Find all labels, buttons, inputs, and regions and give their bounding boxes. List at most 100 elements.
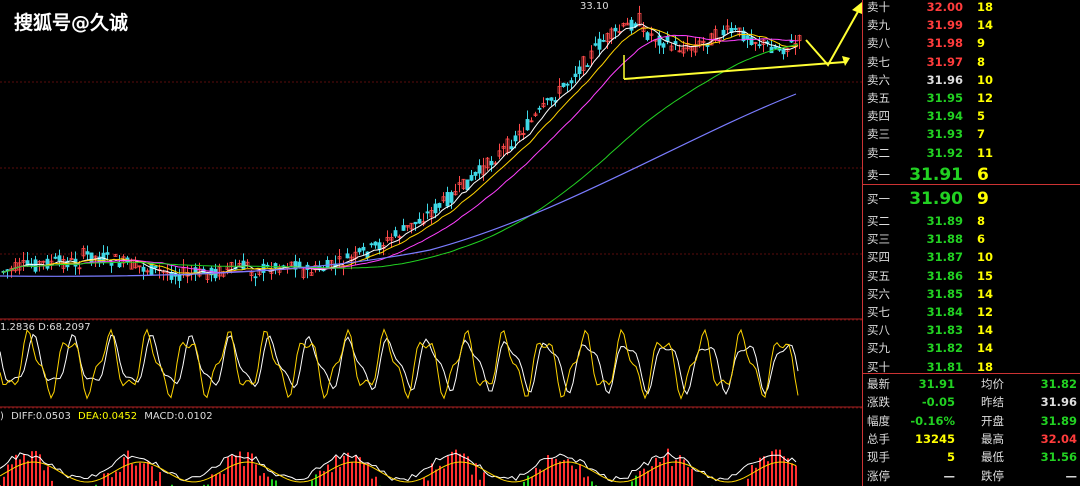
order-volume: 18 (977, 0, 994, 14)
peak-price-label: 33.10 (580, 1, 609, 12)
order-row[interactable]: 买七 31.84 12 (863, 303, 1080, 321)
candle-body (425, 211, 430, 214)
order-row[interactable]: 卖十 32.00 18 (863, 0, 1080, 16)
candle-body (549, 97, 554, 101)
order-row[interactable]: 卖九 31.99 14 (863, 16, 1080, 34)
stat-key: 昨结 (981, 395, 1004, 410)
candle-body (661, 43, 666, 48)
arrowhead (842, 56, 850, 66)
stat-key: 开盘 (981, 413, 1004, 428)
order-price: 31.93 (926, 127, 963, 142)
stat-key: 最高 (981, 431, 1004, 446)
candle-body (561, 82, 566, 87)
quote-stat-row: 现手 5 最低 31.56 (863, 448, 1080, 466)
order-volume: 5 (977, 109, 986, 124)
order-level-label: 卖六 (867, 72, 890, 87)
order-volume: 9 (977, 189, 989, 209)
candle-body (749, 37, 754, 46)
order-row[interactable]: 买一 31.90 9 (863, 186, 1080, 212)
order-level-label: 卖十 (867, 0, 890, 14)
order-row[interactable]: 卖三 31.93 7 (863, 125, 1080, 143)
stat-key: 总手 (867, 431, 890, 446)
order-level-label: 卖八 (867, 36, 890, 51)
candle-body (733, 28, 738, 30)
watermark: 搜狐号@久诚 (14, 12, 129, 34)
order-price: 31.98 (926, 36, 963, 51)
order-level-label: 卖三 (867, 127, 890, 142)
candle-body (445, 191, 450, 207)
macd-value: MACD:0.0102 (144, 411, 213, 422)
order-row[interactable]: 买二 31.89 8 (863, 212, 1080, 230)
order-row[interactable]: 卖八 31.98 9 (863, 34, 1080, 52)
candle-body (469, 175, 474, 181)
candle-body (525, 119, 530, 131)
candle-body (665, 36, 670, 42)
order-row[interactable]: 买九 31.82 14 (863, 339, 1080, 357)
stat-value: 31.89 (1040, 413, 1077, 428)
candle-body (169, 271, 174, 280)
order-row[interactable]: 卖二 31.92 11 (863, 144, 1080, 162)
order-volume: 6 (977, 232, 986, 247)
candle-body (477, 165, 482, 174)
order-level-label: 买三 (867, 232, 890, 247)
order-price: 31.84 (926, 305, 963, 319)
order-row[interactable]: 买三 31.88 6 (863, 230, 1080, 248)
support-line (623, 61, 846, 80)
order-row[interactable]: 买四 31.87 10 (863, 248, 1080, 266)
order-price: 31.97 (926, 54, 963, 69)
order-row[interactable]: 买五 31.86 15 (863, 267, 1080, 285)
order-row[interactable]: 卖四 31.94 5 (863, 107, 1080, 125)
order-price: 31.89 (926, 214, 963, 228)
candle-body (345, 253, 350, 259)
stat-key: 幅度 (867, 413, 890, 428)
candle-body (781, 49, 786, 55)
quote-stat-row: 总手 13245 最高 32.04 (863, 430, 1080, 448)
stat-value: 31.96 (1040, 395, 1077, 410)
candle-body (509, 146, 514, 150)
candle-body (413, 221, 418, 225)
candle-body (465, 179, 470, 191)
candle-body (369, 243, 374, 246)
candle-body (417, 218, 422, 224)
order-volume: 7 (977, 127, 986, 142)
candle-body (645, 32, 650, 40)
order-row[interactable]: 买八 31.83 14 (863, 321, 1080, 339)
chart-area[interactable]: 搜狐号@久诚 33.10 1.2836 D:68.2097 ) DIFF:0.0… (0, 0, 862, 486)
candle-body (473, 171, 478, 176)
order-row[interactable]: 卖七 31.97 8 (863, 53, 1080, 71)
order-level-label: 卖二 (867, 145, 890, 160)
candle-body (565, 83, 570, 86)
order-price: 31.94 (926, 109, 963, 124)
order-volume: 10 (977, 250, 994, 265)
kdj-k-line (0, 333, 799, 395)
order-level-label: 卖四 (867, 109, 890, 124)
order-row[interactable]: 卖五 31.95 12 (863, 89, 1080, 107)
kdj-indicator-label: 1.2836 D:68.2097 (0, 322, 91, 333)
order-price: 31.85 (926, 286, 963, 301)
stat-value: 31.91 (918, 377, 955, 391)
order-row[interactable]: 买六 31.85 14 (863, 285, 1080, 303)
candle-body (449, 192, 454, 203)
macd-dea: DEA:0.0452 (78, 411, 138, 422)
order-book-panel: 卖十 32.00 18 卖九 31.99 14 卖八 31.98 9 卖七 31.97 8 卖六 31.9… (862, 0, 1080, 486)
candle-body (433, 203, 438, 214)
order-row[interactable]: 卖六 31.96 10 (863, 71, 1080, 89)
kdj-lines (0, 328, 799, 400)
candle-body (513, 135, 518, 142)
macd-prefix: ) (0, 411, 4, 422)
order-level-label: 买四 (867, 250, 890, 265)
candle-body (253, 276, 258, 279)
candle-body (601, 39, 606, 42)
ma120-line (0, 93, 797, 277)
order-volume: 10 (977, 72, 994, 87)
candle-body (141, 266, 146, 272)
order-volume: 8 (977, 54, 986, 69)
stat-key: 最新 (867, 377, 890, 391)
candle-body (577, 66, 582, 75)
order-price: 31.95 (926, 91, 963, 105)
candle-body (537, 107, 542, 110)
order-volume: 14 (977, 341, 994, 356)
order-level-label: 买二 (867, 214, 890, 228)
order-level-label: 买五 (867, 268, 890, 283)
candle-body (105, 252, 110, 255)
